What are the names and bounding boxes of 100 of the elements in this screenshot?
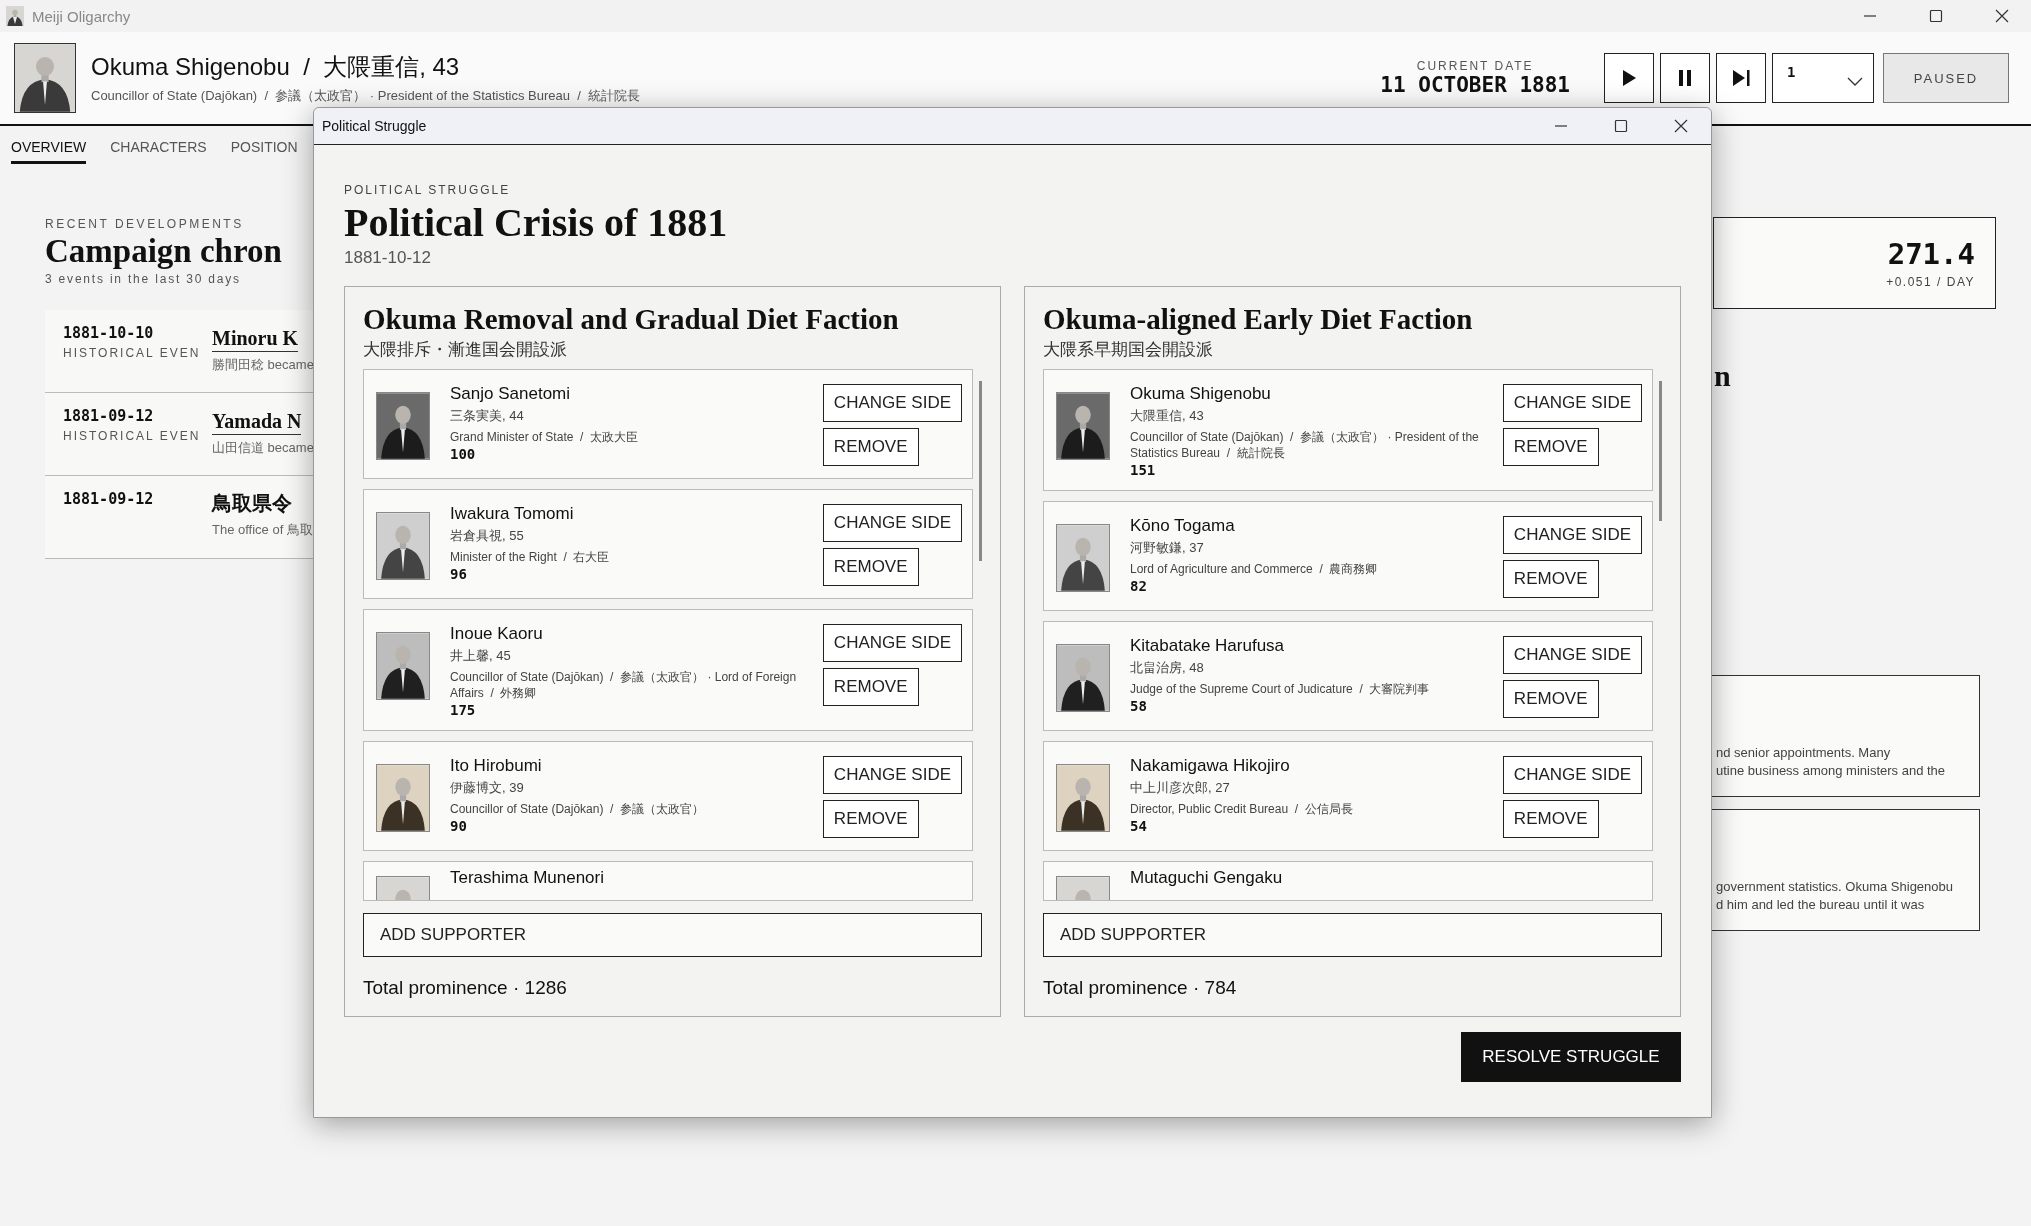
supporter-name: Nakamigawa Hikojiro [1130, 756, 1291, 776]
speed-select[interactable]: 1 [1772, 53, 1874, 103]
change-side-button[interactable]: CHANGE SIDE [1502, 516, 1642, 554]
change-side-button[interactable]: CHANGE SIDE [822, 624, 962, 662]
supporter-name: Mutaguchi Gengaku [1130, 868, 1284, 888]
pause-icon [1679, 70, 1691, 86]
maximize-icon[interactable] [1614, 119, 1628, 133]
supporter-offices: Grand Minister of State / 太政大臣 [450, 429, 640, 445]
card-text: utine business among ministers and the [1716, 763, 1947, 778]
play-button[interactable] [1604, 53, 1654, 103]
total-prominence: Total prominence · 1286 [363, 977, 568, 999]
faction-name: Okuma-aligned Early Diet Faction [1043, 303, 1474, 336]
supporter-name: Okuma Shigenobu [1130, 384, 1272, 404]
close-icon[interactable] [1674, 119, 1688, 133]
status-label: PAUSED [1883, 53, 2009, 103]
supporter-name: Ito Hirobumi [450, 756, 543, 776]
add-supporter-button[interactable]: ADD SUPPORTER [363, 913, 982, 957]
change-side-button[interactable]: CHANGE SIDE [1502, 756, 1642, 794]
event-title: 鳥取県令 [212, 491, 292, 516]
tab[interactable]: OVERVIEW [11, 138, 87, 164]
window-title: Meiji Oligarchy [32, 7, 131, 25]
current-date: 11 OCTOBER 1881 [1380, 73, 1570, 97]
scrollbar-thumb[interactable] [1659, 381, 1662, 521]
change-side-button[interactable]: CHANGE SIDE [822, 756, 962, 794]
change-side-button[interactable]: CHANGE SIDE [822, 384, 962, 422]
struggle-date: 1881-10-12 [344, 248, 432, 268]
supporter-native-name: 井上馨, 45 [450, 647, 512, 665]
chevron-down-icon [1847, 77, 1863, 87]
supporter-native-name: 大隈重信, 43 [1130, 407, 1205, 425]
faction-native-name: 大隈排斥・漸進国会開設派 [363, 339, 568, 361]
prominence-value: 96 [450, 566, 468, 582]
supporter-name: Iwakura Tomomi [450, 504, 575, 524]
section-title: n [1713, 359, 1732, 393]
change-side-button[interactable]: CHANGE SIDE [822, 504, 962, 542]
app-icon [6, 6, 24, 26]
section-label: RECENT DEVELOPMENTS [45, 217, 245, 231]
supporter-offices: Councillor of State (Dajōkan) / 参議（太政官） [450, 801, 706, 817]
character-name: Okuma Shigenobu / 大隈重信, 43 [91, 52, 461, 82]
supporter-native-name: 北畠治房, 48 [1130, 659, 1205, 677]
prominence-value: 58 [1130, 698, 1148, 714]
event-title-link[interactable]: Minoru K [212, 327, 299, 352]
supporter-offices: Judge of the Supreme Court of Judicature / 大審院判事 [1130, 681, 1431, 697]
step-button[interactable] [1716, 53, 1766, 103]
supporter-offices: Lord of Agriculture and Commerce / 農商務卿 [1130, 561, 1379, 577]
remove-button[interactable]: REMOVE [1502, 560, 1599, 598]
card-text: government statistics. Okuma Shigenobu [1716, 879, 1954, 894]
faction-native-name: 大隈系早期国会開設派 [1043, 339, 1214, 361]
supporter-name: Kōno Togama [1130, 516, 1236, 536]
character-offices: Councillor of State (Dajōkan) / 参議（太政官） · President of the Statistics Bureau / 統計院長 [91, 87, 641, 105]
maximize-icon[interactable] [1929, 9, 1943, 23]
remove-button[interactable]: REMOVE [1502, 800, 1599, 838]
supporter-name: Kitabatake Harufusa [1130, 636, 1286, 656]
scrollbar-thumb[interactable] [979, 381, 982, 561]
resolve-button[interactable]: RESOLVE STRUGGLE [1461, 1032, 1681, 1082]
change-side-button[interactable]: CHANGE SIDE [1502, 636, 1642, 674]
supporter-name: Inoue Kaoru [450, 624, 544, 644]
add-supporter-button[interactable]: ADD SUPPORTER [1043, 913, 1662, 957]
tab[interactable]: POSITION [230, 138, 298, 164]
remove-button[interactable]: REMOVE [822, 800, 919, 838]
prominence-value: 90 [450, 818, 468, 834]
supporter-native-name: 中上川彦次郎, 27 [1130, 779, 1231, 797]
event-title-link[interactable]: Yamada N [212, 410, 302, 435]
supporter-name: Terashima Munenori [450, 868, 605, 888]
date-label: CURRENT DATE [1416, 59, 1534, 73]
event-date: 1881-09-12 [63, 490, 155, 508]
faction-name: Okuma Removal and Gradual Diet Faction [363, 303, 900, 336]
dialog-title: Political Struggle [322, 118, 427, 134]
remove-button[interactable]: REMOVE [822, 668, 919, 706]
event-description: The office of 鳥取 [212, 521, 313, 539]
remove-button[interactable]: REMOVE [822, 428, 919, 466]
supporter-offices: Councillor of State (Dajōkan) / 参議（太政官） · Lord of Foreign Affairs / 外務卿 [450, 669, 798, 701]
change-side-button[interactable]: CHANGE SIDE [1502, 384, 1642, 422]
event-date: 1881-09-12 [63, 407, 155, 425]
prominence-value: 151 [1130, 462, 1157, 478]
total-prominence: Total prominence · 784 [1043, 977, 1238, 999]
supporter-native-name: 岩倉具視, 55 [450, 527, 525, 545]
section-title: Campaign chron [45, 233, 283, 270]
prominence-value: 82 [1130, 578, 1148, 594]
remove-button[interactable]: REMOVE [822, 548, 919, 586]
pause-button[interactable] [1660, 53, 1710, 103]
close-icon[interactable] [1995, 9, 2009, 23]
event-type: HISTORICAL EVEN [63, 346, 202, 360]
card-text: nd senior appointments. Many [1716, 745, 1892, 760]
prominence-value: 175 [450, 702, 477, 718]
step-forward-icon [1732, 70, 1750, 86]
stat-value: 271.4 [1887, 237, 1975, 271]
event-count: 3 events in the last 30 days [45, 272, 242, 286]
event-type: HISTORICAL EVEN [63, 429, 202, 443]
play-icon [1622, 70, 1636, 86]
supporter-name: Sanjo Sanetomi [450, 384, 572, 404]
stat-rate: +0.051 / DAY [1886, 275, 1975, 289]
tab[interactable]: CHARACTERS [110, 138, 207, 164]
prominence-value: 100 [450, 446, 477, 462]
supporter-offices: Minister of the Right / 右大臣 [450, 549, 611, 565]
supporter-offices: Director, Public Credit Bureau / 公信局長 [1130, 801, 1354, 817]
supporter-native-name: 伊藤博文, 39 [450, 779, 525, 797]
supporter-native-name: 三条実美, 44 [450, 407, 525, 425]
remove-button[interactable]: REMOVE [1502, 428, 1599, 466]
event-date: 1881-10-10 [63, 324, 155, 342]
remove-button[interactable]: REMOVE [1502, 680, 1599, 718]
